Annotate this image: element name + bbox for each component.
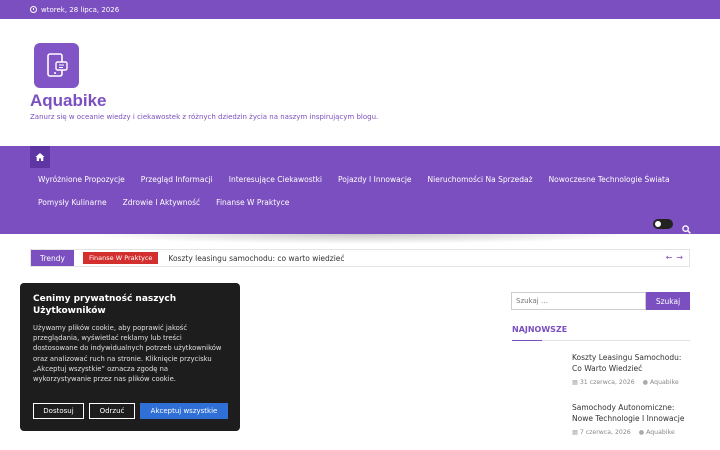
latest-post-item: Samochody Autonomiczne: Nowe Technologie…	[572, 402, 690, 436]
post-author[interactable]: ● Aquabike	[643, 379, 679, 386]
calendar-icon: ▦	[572, 379, 578, 386]
nav-row-1: Wyróżnione Propozycje Przegląd Informacj…	[30, 175, 678, 184]
arrow-right-icon[interactable]: →	[676, 253, 683, 262]
calendar-icon: ▦	[572, 429, 578, 436]
post-meta: ▦ 31 czerwca, 2026 ● Aquabike	[572, 379, 690, 386]
nav-item-nieruchomosci[interactable]: Nieruchomości Na Sprzedaż	[420, 175, 541, 184]
nav-item-przeglad-informacji[interactable]: Przegląd Informacji	[133, 175, 221, 184]
nav-item-zdrowie-i-aktywnosc[interactable]: Zdrowie I Aktywność	[115, 198, 209, 207]
arrow-left-icon[interactable]: ←	[666, 253, 673, 262]
current-date: wtorek, 28 lipca, 2026	[41, 5, 120, 14]
nav-search-button[interactable]	[682, 219, 691, 238]
post-date: ▦ 7 czerwca, 2026	[572, 429, 631, 436]
dark-mode-toggle[interactable]	[653, 219, 673, 229]
trending-ticker: Trendy Finanse W Praktyce Koszty leasing…	[30, 249, 690, 267]
customize-button[interactable]: Dostosuj	[33, 403, 84, 419]
nav-item-wyroznione-propozycje[interactable]: Wyróżnione Propozycje	[30, 175, 133, 184]
nav-item-pomysly-kulinarne[interactable]: Pomysły Kulinarne	[30, 198, 115, 207]
sidebar-search-button[interactable]: Szukaj	[646, 292, 690, 310]
site-logo[interactable]	[34, 43, 79, 88]
sidebar-search-input[interactable]	[511, 292, 646, 310]
ticker-controls: ← →	[666, 253, 683, 262]
cookie-text: Używamy plików cookie, aby poprawić jako…	[33, 324, 222, 384]
home-button[interactable]	[30, 146, 50, 168]
nav-item-pojazdy-i-innowacje[interactable]: Pojazdy I Innowacje	[330, 175, 420, 184]
nav-item-nowoczesne-technologie[interactable]: Nowoczesne Technologie Świata	[541, 175, 678, 184]
reject-button[interactable]: Odrzuć	[89, 403, 135, 419]
post-author[interactable]: ● Aquabike	[639, 429, 675, 436]
site-title[interactable]: Aquabike	[30, 91, 107, 111]
clock-icon	[30, 6, 37, 13]
trending-headline[interactable]: Koszty leasingu samochodu: co warto wied…	[168, 254, 344, 263]
nav-row-2: Pomysły Kulinarne Zdrowie I Aktywność Fi…	[30, 198, 297, 207]
latest-post-item: Koszty Leasingu Samochodu: Co Warto Wied…	[572, 352, 690, 386]
post-meta: ▦ 7 czerwca, 2026 ● Aquabike	[572, 429, 690, 436]
widget-divider	[512, 340, 690, 341]
cookie-consent-banner: Cenimy prywatność naszych Użytkowników U…	[20, 283, 240, 431]
latest-posts-heading: NAJNOWSZE	[512, 325, 568, 334]
site-tagline: Zanurz się w oceanie wiedzy i ciekawoste…	[30, 113, 379, 121]
home-icon	[35, 153, 45, 161]
user-icon: ●	[642, 379, 649, 386]
post-title[interactable]: Samochody Autonomiczne: Nowe Technologie…	[572, 402, 690, 424]
cookie-buttons: Dostosuj Odrzuć Akceptuj wszystkie	[33, 403, 228, 419]
main-navigation: Wyróżnione Propozycje Przegląd Informacj…	[0, 146, 720, 234]
search-icon	[682, 225, 691, 234]
post-title[interactable]: Koszty Leasingu Samochodu: Co Warto Wied…	[572, 352, 690, 374]
nav-item-interesujace-ciekawostki[interactable]: Interesujące Ciekawostki	[221, 175, 330, 184]
accept-all-button[interactable]: Akceptuj wszystkie	[140, 403, 228, 419]
cookie-title: Cenimy prywatność naszych Użytkowników	[33, 294, 177, 316]
nav-item-finanse-w-praktyce[interactable]: Finanse W Praktyce	[208, 198, 297, 207]
trending-category-badge[interactable]: Finanse W Praktyce	[82, 252, 159, 264]
trending-label: Trendy	[31, 250, 74, 266]
user-icon: ●	[638, 429, 645, 436]
tablet-icon	[46, 52, 68, 77]
nav-shadow	[80, 234, 640, 244]
post-date: ▦ 31 czerwca, 2026	[572, 379, 635, 386]
top-bar: wtorek, 28 lipca, 2026	[0, 0, 720, 19]
